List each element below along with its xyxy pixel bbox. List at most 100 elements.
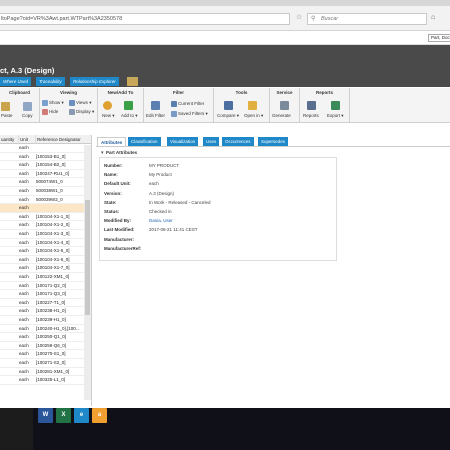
amazon-icon[interactable]: a <box>92 408 107 423</box>
table-row[interactable]: each [100104-X1-7_0] <box>0 264 91 273</box>
hide-icon <box>42 109 48 115</box>
open-in-button[interactable]: Open in ▾ <box>244 113 263 119</box>
reports-icon[interactable] <box>307 101 316 110</box>
home-icon[interactable]: ⌂ <box>431 14 438 21</box>
modified-by-link[interactable]: Dania, User <box>149 218 173 223</box>
reports-button[interactable]: Reports <box>303 113 319 119</box>
tab-classification[interactable]: Classification <box>128 137 161 146</box>
new-icon[interactable] <box>103 101 112 110</box>
app-top-bar <box>0 31 450 45</box>
subnav-relationship-explorer[interactable]: Relationship Explorer <box>70 77 119 86</box>
table-row[interactable]: each [100240-H1_0],[100... <box>0 325 91 334</box>
word-icon[interactable]: W <box>38 408 53 423</box>
unit-cell: each <box>19 205 29 211</box>
edit-filter-button[interactable]: Edit Filter <box>146 113 165 119</box>
table-row[interactable]: each [100325-L1_0] <box>0 376 91 385</box>
attribute-value: A.3 (Design) <box>149 190 175 196</box>
table-row[interactable]: each [100238-H1_0] <box>0 307 91 316</box>
reference-designator-cell: [100104-X1-6_0] <box>36 256 70 262</box>
unit-cell: each <box>19 308 29 314</box>
table-row[interactable]: each [100250-Q1_0] <box>0 333 91 342</box>
column-unit[interactable]: Unit <box>19 135 36 144</box>
filter-icon[interactable] <box>151 101 160 110</box>
table-row[interactable]: each 500074W1_0 <box>0 178 91 187</box>
table-row[interactable]: each [100171-Q2_0] <box>0 282 91 291</box>
table-row[interactable]: each <box>0 204 91 213</box>
subnav-traceability[interactable]: Traceability <box>36 77 65 86</box>
display-button[interactable]: Display ▾ <box>69 109 94 115</box>
show-button[interactable]: Show ▾ <box>42 100 64 106</box>
table-row[interactable]: each [100122-XM1_0] <box>0 273 91 282</box>
table-row[interactable]: each [100270-S1_0] <box>0 350 91 359</box>
generate-icon[interactable] <box>280 101 289 110</box>
tab-attributes[interactable]: Attributes <box>97 137 127 146</box>
table-row[interactable]: each [100239-H1_0] <box>0 316 91 325</box>
excel-icon[interactable]: X <box>56 408 71 423</box>
table-row[interactable]: each [100281-XM1_0] <box>0 368 91 377</box>
vertical-scrollbar[interactable] <box>84 145 91 400</box>
table-row[interactable]: each [100104-X1-5_0] <box>0 247 91 256</box>
reference-designator-cell: [100104-X1-2_0] <box>36 222 70 228</box>
generate-button[interactable]: Generate <box>272 113 291 119</box>
tab-occurrences[interactable]: Occurrences <box>222 137 254 146</box>
add-to-icon[interactable] <box>124 101 133 110</box>
tab-supersedes[interactable]: Supersedes <box>258 137 289 146</box>
reference-designator-cell: [100122-XM1_0] <box>36 274 70 279</box>
paste-icon[interactable] <box>1 102 10 111</box>
attribute-value: In Work - Released - Canceled <box>149 199 211 205</box>
context-select[interactable]: Part, Docu <box>428 34 450 42</box>
collapse-icon[interactable]: ▾ <box>101 150 104 156</box>
browser-tab-strip <box>0 0 450 6</box>
copy-icon[interactable] <box>23 102 32 111</box>
open-in-icon[interactable] <box>248 101 257 110</box>
add-to-button[interactable]: Add to ▾ <box>121 113 138 119</box>
table-row[interactable]: each 500038W1_0 <box>0 187 91 196</box>
unit-cell: each <box>19 213 29 219</box>
table-row[interactable]: each [100259-Q6_0] <box>0 342 91 351</box>
scrollbar-thumb[interactable] <box>85 200 90 315</box>
table-row[interactable]: each [100271-S2_0] <box>0 359 91 368</box>
address-bar[interactable]: ltoPage?oid=VR%3Awt.part.WTPart%3A235057… <box>0 13 290 25</box>
table-row[interactable]: each [100104-X1-6_0] <box>0 256 91 265</box>
compare-icon[interactable] <box>224 101 233 110</box>
paste-button[interactable]: Paste <box>1 113 13 119</box>
table-row[interactable]: each [100154-B2_0] <box>0 161 91 170</box>
table-row[interactable]: each [100227-T1_0] <box>0 299 91 308</box>
subnav-bar <box>0 76 450 87</box>
table-row[interactable]: each [100104-X1-3_0] <box>0 230 91 239</box>
unit-cell: each <box>19 360 29 365</box>
saved-filters-button[interactable]: Saved Filters ▾ <box>171 111 208 117</box>
add-tab-icon[interactable] <box>127 77 138 86</box>
reference-designator-cell: [100104-X1-4_0] <box>36 239 70 245</box>
browser-toolbar-icons[interactable]: ⌂ <box>431 14 438 21</box>
export-button[interactable]: Export ▾ <box>327 113 344 119</box>
reference-designator-cell: 500038W1_0 <box>36 188 63 193</box>
star-icon[interactable]: ☆ <box>296 14 304 22</box>
export-icon[interactable] <box>331 101 340 110</box>
table-row[interactable]: each [100153-B1_0] <box>0 153 91 162</box>
copy-button[interactable]: Copy <box>22 113 33 119</box>
table-row[interactable]: each [100104-X1-1_0] <box>0 213 91 222</box>
column-reference-designator[interactable]: Reference Designator <box>36 135 91 144</box>
search-input[interactable]: ⚲ Buscar <box>307 13 427 25</box>
compare-button[interactable]: Compare ▾ <box>217 113 239 119</box>
reference-designator-cell: [100104-X1-5_0] <box>36 248 70 254</box>
new-button[interactable]: New ▾ <box>102 113 115 119</box>
start-area <box>0 408 33 450</box>
table-row[interactable]: each <box>0 144 91 153</box>
table-row[interactable]: each [100171-Q3_0] <box>0 290 91 299</box>
unit-cell: each <box>19 334 29 340</box>
table-row[interactable]: each 500039W2_0 <box>0 196 91 205</box>
tab-visualization[interactable]: Visualization <box>167 137 199 146</box>
current-filter-button[interactable]: Current Filter <box>171 101 204 107</box>
subnav-where-used[interactable]: Where Used <box>0 77 32 86</box>
column-quantity[interactable]: uantity <box>0 135 19 144</box>
table-row[interactable]: each [100247-RU1_0] <box>0 170 91 179</box>
table-row[interactable]: each [100104-X1-4_0] <box>0 239 91 248</box>
ie-icon[interactable]: e <box>74 408 89 423</box>
table-row[interactable]: each [100104-X1-2_0] <box>0 221 91 230</box>
views-button[interactable]: Views ▾ <box>69 100 91 106</box>
tab-uses[interactable]: Uses <box>203 137 220 146</box>
reference-designator-cell: [100250-Q1_0] <box>36 334 67 340</box>
hide-button[interactable]: Hide <box>42 109 58 115</box>
